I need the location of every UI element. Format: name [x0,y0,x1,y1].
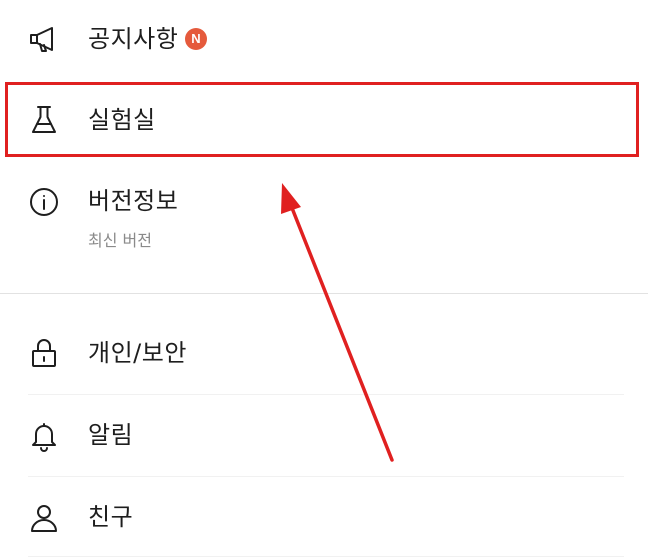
menu-label-notice: 공지사항 [88,25,179,53]
row-divider [28,394,624,395]
menu-item-friends[interactable]: 친구 [0,478,648,554]
menu-label-lab: 실험실 [88,106,156,134]
menu-item-lab[interactable]: 실험실 [0,82,648,157]
row-divider [28,556,624,557]
menu-label-alarm: 알림 [88,421,134,449]
megaphone-icon [28,23,60,55]
menu-label-version: 버전정보 [88,187,179,215]
info-icon [28,186,60,218]
row-divider [28,476,624,477]
flask-icon [28,104,60,136]
menu-item-alarm[interactable]: 알림 [0,396,648,474]
person-icon [28,502,60,534]
lock-icon [28,337,60,369]
menu-item-privacy[interactable]: 개인/보안 [0,310,648,392]
menu-item-notice[interactable]: 공지사항 N [0,10,648,68]
bell-icon [28,420,60,452]
new-badge: N [185,28,207,50]
section-divider [0,293,648,294]
menu-label-friends: 친구 [88,503,134,531]
version-status-text: 최신 버전 [88,231,152,250]
menu-label-privacy: 개인/보안 [88,339,187,367]
menu-item-version[interactable]: 버전정보 최신 버전 [0,172,648,272]
